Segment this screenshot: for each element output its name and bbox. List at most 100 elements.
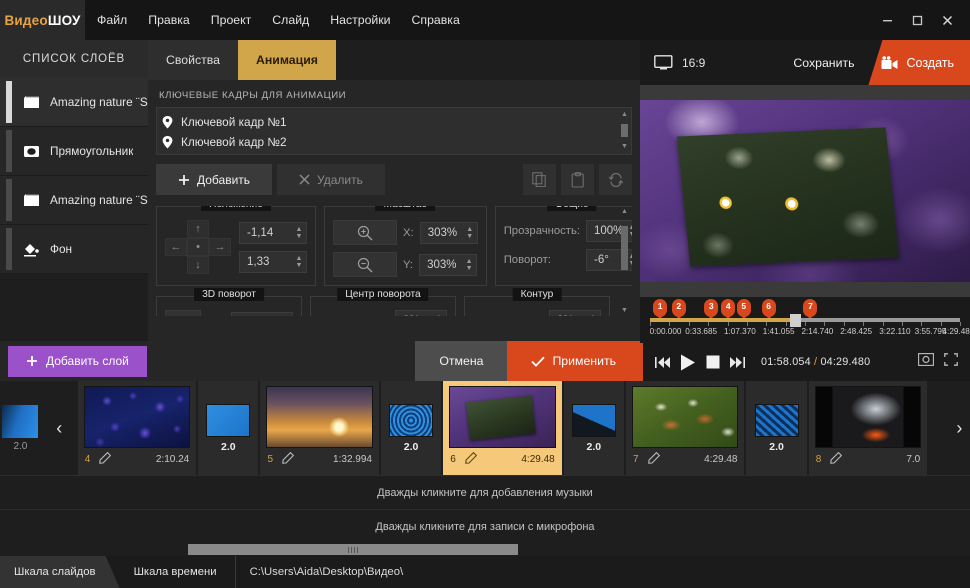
- menu-item-edit[interactable]: Правка: [146, 9, 192, 31]
- dpad-center-icon[interactable]: •: [187, 238, 209, 256]
- edit-pencil-icon[interactable]: [282, 451, 295, 467]
- scroll-up-icon[interactable]: ▲: [620, 111, 629, 119]
- strip-next-button[interactable]: ›: [948, 381, 970, 475]
- tab-animation[interactable]: Анимация: [238, 40, 336, 86]
- dpad-right-icon[interactable]: →: [209, 238, 231, 256]
- scrollbar-thumb[interactable]: [621, 124, 628, 137]
- dpad-up-icon[interactable]: ↑: [187, 220, 209, 238]
- transition-item-3[interactable]: 2.0: [563, 381, 624, 475]
- transition-item-4[interactable]: 2.0: [746, 381, 807, 475]
- add-layer-button[interactable]: Добавить слой: [8, 345, 147, 377]
- minimize-icon[interactable]: [872, 0, 902, 40]
- aspect-ratio-selector[interactable]: 16:9: [640, 55, 705, 70]
- menu-item-slide[interactable]: Слайд: [270, 9, 311, 31]
- keyframes-scrollbar[interactable]: ▲ ▼: [620, 111, 629, 151]
- strip-left-partial-slide[interactable]: 2.0: [0, 381, 41, 475]
- edit-pencil-icon[interactable]: [464, 451, 477, 467]
- slide-item-6[interactable]: 6 4:29.48: [443, 381, 562, 475]
- stepper-arrows-icon[interactable]: ▲▼: [463, 226, 477, 240]
- position-x-stepper[interactable]: -1,14 ▲ ▼: [239, 221, 307, 244]
- application-window: Видео ШОУ Файл Правка Проект Слайд Настро…: [0, 0, 970, 588]
- maximize-icon[interactable]: [902, 0, 932, 40]
- timeline-horizontal-scrollbar[interactable]: [0, 543, 970, 556]
- apply-button[interactable]: Применить: [507, 341, 640, 381]
- close-icon[interactable]: [932, 0, 962, 40]
- rotate3d-stepper[interactable]: 5° ▲▼: [231, 312, 293, 316]
- slide-item-8[interactable]: 8 7.0: [808, 381, 928, 475]
- save-button[interactable]: Сохранить: [793, 56, 868, 70]
- menu-item-settings[interactable]: Настройки: [328, 9, 392, 31]
- strip-prev-button[interactable]: ‹: [40, 381, 78, 475]
- scrollbar-thumb[interactable]: [621, 226, 628, 270]
- snapshot-icon[interactable]: [918, 353, 934, 371]
- timeline-pin[interactable]: 7: [803, 299, 818, 321]
- create-button[interactable]: Создать: [868, 40, 970, 85]
- menu-item-project[interactable]: Проект: [209, 9, 254, 31]
- menu-item-help[interactable]: Справка: [410, 9, 462, 31]
- dpad-down-icon[interactable]: ↓: [187, 256, 209, 274]
- play-icon[interactable]: [680, 354, 696, 371]
- layer-item-3[interactable]: Amazing nature ¨S...: [0, 176, 148, 225]
- timeline-pin[interactable]: 3: [704, 299, 719, 321]
- slide-item-4[interactable]: 4 2:10.24: [77, 381, 197, 475]
- menu-item-file[interactable]: Файл: [95, 9, 129, 31]
- keyframes-list[interactable]: Ключевой кадр №1 Ключевой кадр №2 ▲ ▼: [156, 107, 632, 155]
- scroll-down-icon[interactable]: ▼: [620, 143, 629, 151]
- position-y-stepper[interactable]: 1,33 ▲ ▼: [239, 250, 307, 273]
- stepper-arrows-icon[interactable]: ▲▼: [292, 255, 306, 269]
- edit-pencil-icon[interactable]: [99, 451, 112, 467]
- slide-item-5[interactable]: 5 1:32.994: [260, 381, 379, 475]
- slide-item-7[interactable]: 7 4:29.48: [625, 381, 745, 475]
- timeline-pin[interactable]: 4: [721, 299, 736, 321]
- layer-item-4[interactable]: Фон: [0, 225, 148, 274]
- thickness-stepper[interactable]: 0% ▲▼: [549, 310, 601, 316]
- scale-x-stepper[interactable]: 303% ▲ ▼: [419, 221, 478, 244]
- fullscreen-icon[interactable]: [944, 353, 958, 371]
- stepper-arrows-icon[interactable]: ▲▼: [432, 314, 446, 316]
- dpad-left-icon[interactable]: ←: [165, 238, 187, 256]
- stepper-arrows-icon[interactable]: ▲▼: [462, 258, 476, 272]
- preview-layer-image[interactable]: [676, 127, 900, 267]
- skip-previous-icon[interactable]: [655, 356, 670, 369]
- copy-icon[interactable]: [523, 164, 556, 195]
- transition-item-1[interactable]: 2.0: [198, 381, 259, 475]
- rotate-3d-icon[interactable]: [165, 310, 201, 316]
- music-track[interactable]: Дважды кликните для добавления музыки: [0, 475, 970, 509]
- tab-time-scale[interactable]: Шкала времени: [120, 556, 231, 588]
- stop-icon[interactable]: [706, 355, 720, 369]
- zoom-out-icon[interactable]: [333, 252, 397, 277]
- transition-item-2[interactable]: 2.0: [380, 381, 442, 475]
- preview-stage[interactable]: [640, 85, 970, 297]
- zoom-in-icon[interactable]: [333, 220, 397, 245]
- axis-x-stepper[interactable]: 0% ▲▼: [395, 310, 447, 316]
- scroll-down-icon[interactable]: ▼: [619, 307, 630, 314]
- layer-item-1[interactable]: Amazing nature ¨S...: [0, 78, 148, 127]
- layer-item-2[interactable]: Прямоугольник: [0, 127, 148, 176]
- timeline-pin[interactable]: 1: [653, 299, 668, 321]
- properties-scrollbar[interactable]: ▲ ▼: [619, 208, 630, 314]
- refresh-icon[interactable]: [599, 164, 632, 195]
- tab-properties[interactable]: Свойства: [148, 40, 238, 80]
- delete-keyframe-button[interactable]: Удалить: [277, 164, 385, 195]
- edit-pencil-icon[interactable]: [647, 451, 660, 467]
- timeline-pin[interactable]: 2: [671, 299, 686, 321]
- scrollbar-thumb[interactable]: [188, 544, 518, 555]
- timeline-pin[interactable]: 5: [736, 299, 751, 321]
- stepper-arrows-icon[interactable]: ▲▼: [586, 314, 600, 316]
- timeline-pin[interactable]: 6: [761, 299, 776, 321]
- scale-y-stepper[interactable]: 303% ▲ ▼: [419, 253, 478, 276]
- tab-slides-scale[interactable]: Шкала слайдов: [0, 556, 120, 588]
- preview-canvas[interactable]: [640, 100, 970, 282]
- strip-right-partial-slide[interactable]: [929, 381, 949, 475]
- scroll-up-icon[interactable]: ▲: [619, 208, 630, 215]
- timeline-ruler[interactable]: 1 2 3 4 5 6 7 0:00.000 0:33.685 1:07.370…: [640, 297, 970, 343]
- add-keyframe-button[interactable]: Добавить: [156, 164, 273, 195]
- stepper-arrows-icon[interactable]: ▲▼: [292, 226, 306, 240]
- cancel-button[interactable]: Отмена: [415, 341, 508, 381]
- edit-pencil-icon[interactable]: [830, 451, 843, 467]
- skip-next-icon[interactable]: [730, 356, 745, 369]
- microphone-track[interactable]: Дважды кликните для записи с микрофона: [0, 509, 970, 543]
- keyframe-row-1[interactable]: Ключевой кадр №1: [162, 112, 617, 132]
- clipboard-icon[interactable]: [561, 164, 594, 195]
- keyframe-row-2[interactable]: Ключевой кадр №2: [162, 132, 617, 152]
